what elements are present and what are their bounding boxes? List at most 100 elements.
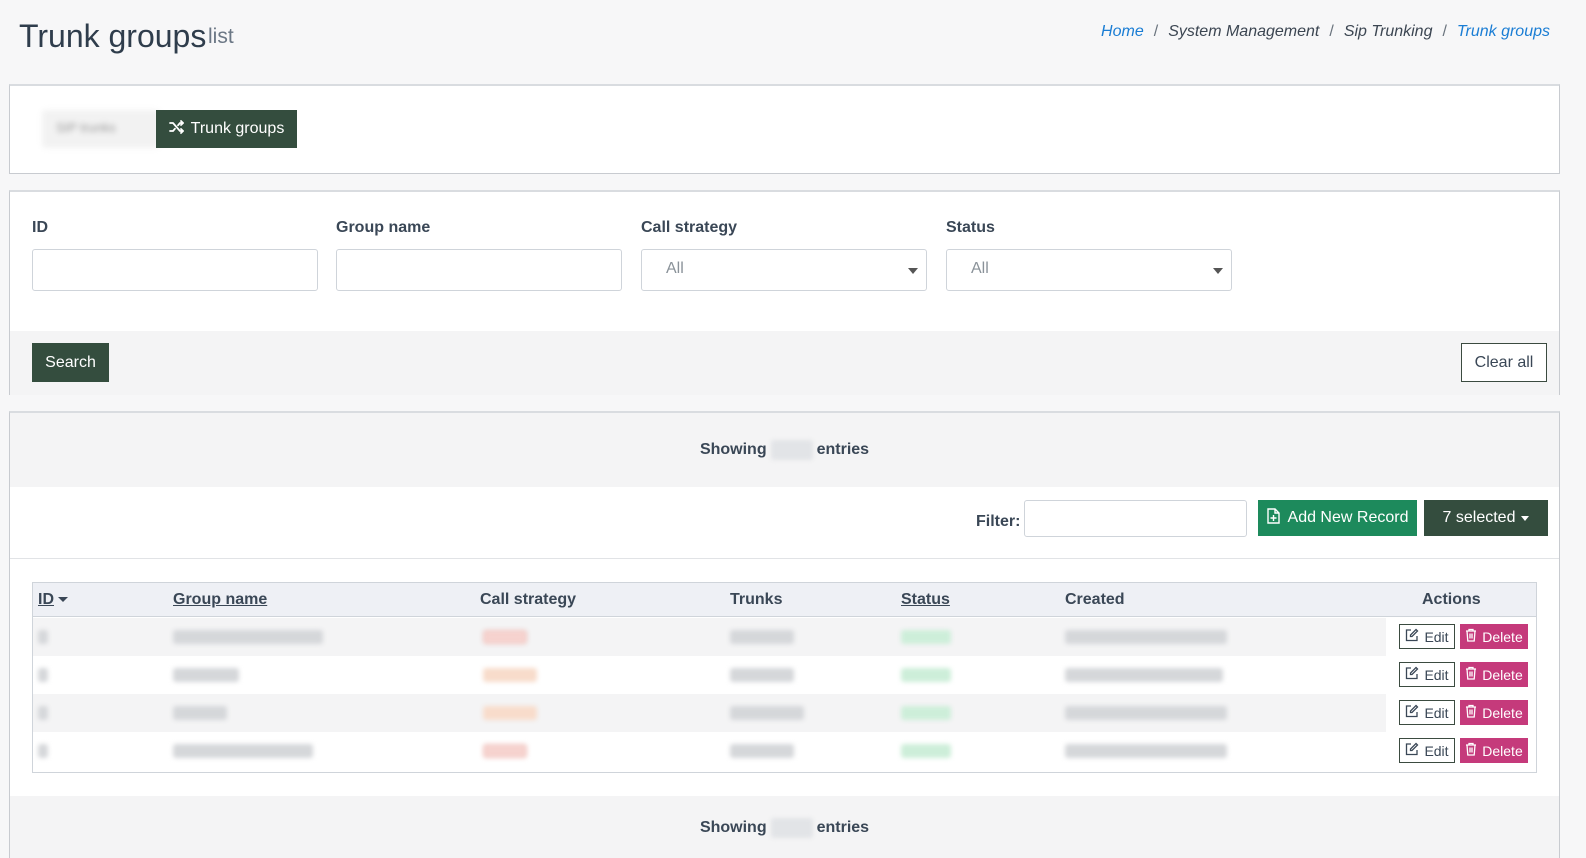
showing-suffix: entries — [816, 819, 870, 836]
row-trunks-redacted — [730, 744, 794, 758]
table-card: Showing entries Filter: Add New Record 7… — [9, 411, 1560, 858]
row-created-redacted — [1065, 706, 1227, 720]
column-header-trunks: Trunks — [730, 591, 783, 608]
delete-label: Delete — [1482, 704, 1523, 721]
table-row: Edit Delete — [33, 618, 1536, 656]
column-header-actions: Actions — [1422, 591, 1481, 608]
delete-button[interactable]: Delete — [1460, 738, 1528, 763]
status-value: All — [971, 260, 989, 277]
column-header-id[interactable]: ID — [38, 591, 68, 609]
row-trunks-redacted — [730, 630, 794, 644]
table-header: ID Group name Call strategy Trunks Statu… — [33, 583, 1536, 617]
row-id-redacted — [38, 630, 48, 644]
breadcrumb-sip-trunking: Sip Trunking — [1343, 23, 1433, 40]
edit-icon — [1405, 704, 1419, 721]
delete-button[interactable]: Delete — [1460, 624, 1528, 649]
edit-button[interactable]: Edit — [1399, 662, 1455, 687]
clear-all-button[interactable]: Clear all — [1461, 343, 1547, 382]
row-trunks-redacted — [730, 706, 804, 720]
table-row: Edit Delete — [33, 732, 1536, 770]
id-input[interactable] — [32, 249, 318, 291]
delete-label: Delete — [1482, 628, 1523, 645]
row-id-redacted — [38, 668, 48, 682]
column-header-status[interactable]: Status — [901, 591, 950, 609]
column-header-created: Created — [1065, 591, 1125, 608]
group-name-label: Group name — [336, 219, 431, 236]
status-select[interactable]: All — [946, 249, 1232, 291]
edit-button[interactable]: Edit — [1399, 624, 1455, 649]
page-title: Trunk groups — [19, 18, 207, 54]
row-call-strategy-redacted — [483, 630, 527, 644]
edit-icon — [1405, 666, 1419, 683]
page-header: Trunk groups list Home / System Manageme… — [0, 0, 1586, 78]
showing-prefix: Showing — [699, 819, 767, 836]
status-label: Status — [946, 219, 995, 236]
edit-label: Edit — [1424, 742, 1449, 759]
showing-info-top: Showing entries — [10, 413, 1559, 487]
delete-button[interactable]: Delete — [1460, 662, 1528, 687]
filter-input[interactable] — [1024, 500, 1247, 537]
chevron-down-icon — [1213, 268, 1223, 274]
trash-icon — [1465, 628, 1477, 645]
row-created-redacted — [1065, 630, 1227, 644]
table-toolbar: Filter: Add New Record 7 selected — [10, 487, 1559, 559]
showing-suffix: entries — [816, 441, 870, 458]
tab-trunk-groups[interactable]: Trunk groups — [156, 110, 297, 148]
trash-icon — [1465, 742, 1477, 759]
row-status-redacted — [901, 706, 951, 720]
breadcrumb-home[interactable]: Home — [1101, 23, 1144, 41]
add-new-record-label: Add New Record — [1287, 509, 1409, 526]
showing-count — [770, 440, 813, 460]
row-actions: Edit Delete — [1386, 618, 1536, 656]
trash-icon — [1465, 704, 1477, 721]
call-strategy-label: Call strategy — [641, 219, 738, 236]
breadcrumb-system-management: System Management — [1168, 23, 1320, 40]
breadcrumb: Home / System Management / Sip Trunking … — [1101, 23, 1550, 41]
search-button[interactable]: Search — [32, 343, 109, 382]
row-created-redacted — [1065, 744, 1227, 758]
page-subtitle: list — [208, 25, 234, 48]
showing-prefix: Showing — [699, 441, 767, 458]
add-new-record-button[interactable]: Add New Record — [1258, 500, 1417, 536]
delete-button[interactable]: Delete — [1460, 700, 1528, 725]
column-header-group-name[interactable]: Group name — [173, 591, 267, 609]
columns-selected-dropdown[interactable]: 7 selected — [1424, 500, 1548, 536]
edit-button[interactable]: Edit — [1399, 700, 1455, 725]
breadcrumb-trunk-groups[interactable]: Trunk groups — [1457, 23, 1550, 41]
row-call-strategy-redacted — [483, 668, 537, 682]
edit-label: Edit — [1424, 666, 1449, 683]
trash-icon — [1465, 666, 1477, 683]
row-group-name-redacted — [173, 706, 227, 720]
edit-icon — [1405, 742, 1419, 759]
tabs-card: SIP trunks Trunk groups — [9, 84, 1560, 174]
row-status-redacted — [901, 668, 951, 682]
search-card: ID Group name Call strategy All Status A… — [9, 190, 1560, 395]
row-trunks-redacted — [730, 668, 794, 682]
row-created-redacted — [1065, 668, 1223, 682]
call-strategy-select[interactable]: All — [641, 249, 927, 291]
shuffle-icon — [168, 119, 185, 140]
file-plus-icon — [1266, 507, 1280, 529]
sort-desc-icon — [58, 597, 68, 603]
row-call-strategy-redacted — [483, 706, 537, 720]
edit-icon — [1405, 628, 1419, 645]
filter-label: Filter: — [976, 513, 1021, 530]
edit-label: Edit — [1424, 628, 1449, 645]
breadcrumb-separator: / — [1153, 23, 1159, 40]
caret-down-icon — [1521, 515, 1530, 521]
chevron-down-icon — [908, 268, 918, 274]
edit-button[interactable]: Edit — [1399, 738, 1455, 763]
tab-sip-trunks-label: SIP trunks — [56, 120, 116, 135]
call-strategy-value: All — [666, 260, 684, 277]
showing-info-bottom: Showing entries — [10, 796, 1559, 858]
column-header-call-strategy: Call strategy — [480, 591, 577, 608]
trunk-groups-table: ID Group name Call strategy Trunks Statu… — [32, 582, 1537, 773]
edit-label: Edit — [1424, 704, 1449, 721]
row-group-name-redacted — [173, 744, 313, 758]
group-name-input[interactable] — [336, 249, 622, 291]
tab-trunk-groups-label: Trunk groups — [190, 120, 285, 137]
row-actions: Edit Delete — [1386, 732, 1536, 770]
row-group-name-redacted — [173, 668, 239, 682]
tab-sip-trunks[interactable]: SIP trunks — [42, 110, 160, 148]
column-header-id-label: ID — [38, 591, 54, 608]
